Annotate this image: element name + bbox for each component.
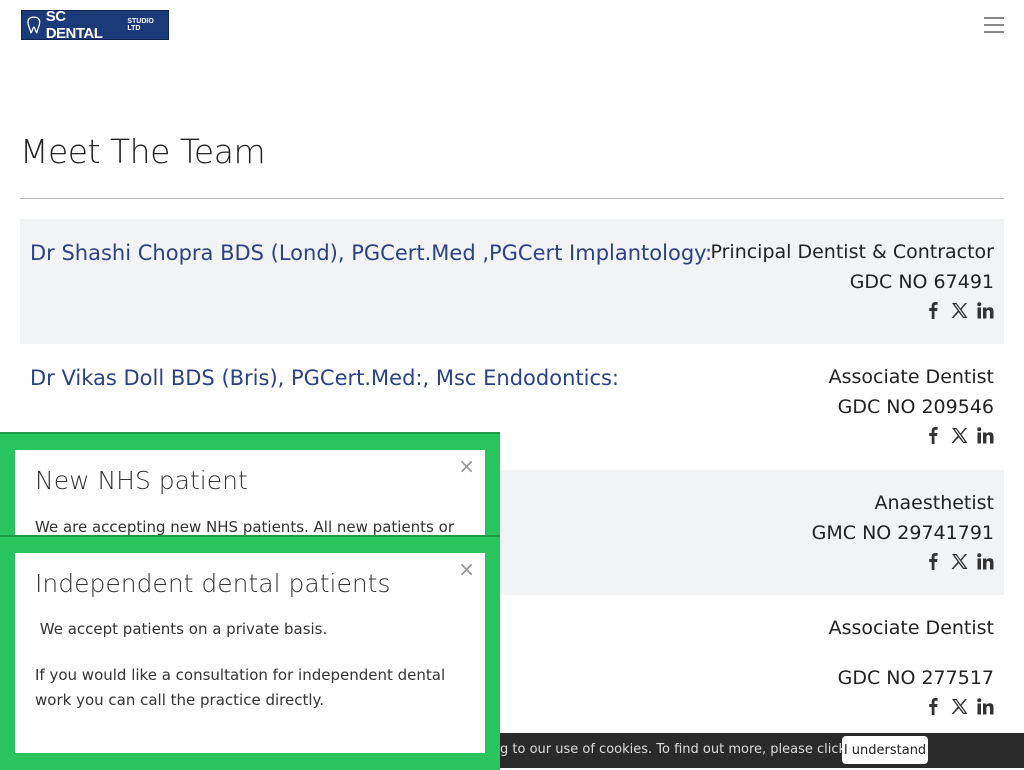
- linkedin-icon[interactable]: [976, 697, 994, 715]
- x-icon[interactable]: [950, 426, 968, 444]
- nhs-popup-frame: New NHS patient × We are accepting new N…: [0, 432, 500, 539]
- tooth-icon: [27, 16, 41, 34]
- team-member-registration: GDC NO 67491: [849, 271, 994, 293]
- independent-popup-title: Independent dental patients: [35, 569, 391, 598]
- cookie-banner: g to our use of cookies. To find out mor…: [500, 733, 1024, 768]
- linkedin-icon[interactable]: [976, 301, 994, 319]
- team-member-role: Principal Dentist & Contractor: [710, 241, 994, 263]
- x-icon[interactable]: [950, 301, 968, 319]
- social-links: [924, 301, 994, 319]
- page-title: Meet The Team: [20, 132, 266, 171]
- site-header: SC DENTAL STUDIO LTD: [0, 0, 1024, 52]
- team-member-registration: GMC NO 29741791: [811, 522, 994, 544]
- independent-popup-text-2: If you would like a consultation for ind…: [35, 666, 446, 709]
- independent-popup: Independent dental patients × We accept …: [15, 553, 485, 753]
- x-icon[interactable]: [950, 697, 968, 715]
- close-icon[interactable]: ×: [458, 559, 475, 579]
- team-member-role: Associate Dentist: [828, 617, 994, 639]
- independent-popup-frame: Independent dental patients × We accept …: [0, 535, 500, 770]
- linkedin-icon[interactable]: [976, 552, 994, 570]
- facebook-icon[interactable]: [924, 552, 942, 570]
- cookie-accept-button[interactable]: I understand: [842, 736, 928, 764]
- logo-subtext: STUDIO LTD: [127, 18, 154, 32]
- linkedin-icon[interactable]: [976, 426, 994, 444]
- cookie-message-text: g to our use of cookies. To find out mor…: [500, 742, 851, 757]
- facebook-icon[interactable]: [924, 697, 942, 715]
- close-icon[interactable]: ×: [458, 456, 475, 476]
- social-links: [924, 697, 994, 715]
- facebook-icon[interactable]: [924, 301, 942, 319]
- hamburger-menu-icon[interactable]: [984, 17, 1004, 33]
- cookie-message: g to our use of cookies. To find out mor…: [500, 742, 884, 757]
- social-links: [924, 426, 994, 444]
- nhs-popup-title: New NHS patient: [35, 466, 248, 495]
- team-member-registration: GDC NO 209546: [837, 396, 994, 418]
- social-links: [924, 552, 994, 570]
- team-member-role: Associate Dentist: [828, 366, 994, 388]
- team-member-role: Anaesthetist: [874, 492, 994, 514]
- site-logo[interactable]: SC DENTAL STUDIO LTD: [21, 8, 169, 42]
- nhs-popup: New NHS patient × We are accepting new N…: [15, 450, 485, 539]
- team-member-name[interactable]: Dr Vikas Doll BDS (Bris), PGCert.Med:, M…: [30, 366, 619, 390]
- x-icon[interactable]: [950, 552, 968, 570]
- team-member-registration: GDC NO 277517: [837, 667, 994, 689]
- divider: [20, 198, 1004, 199]
- facebook-icon[interactable]: [924, 426, 942, 444]
- team-member-name[interactable]: Dr Shashi Chopra BDS (Lond), PGCert.Med …: [30, 241, 712, 265]
- independent-popup-text-1: We accept patients on a private basis.: [35, 620, 328, 638]
- logo-text: SC DENTAL: [45, 8, 103, 42]
- team-member-row: Dr Shashi Chopra BDS (Lond), PGCert.Med …: [20, 219, 1004, 344]
